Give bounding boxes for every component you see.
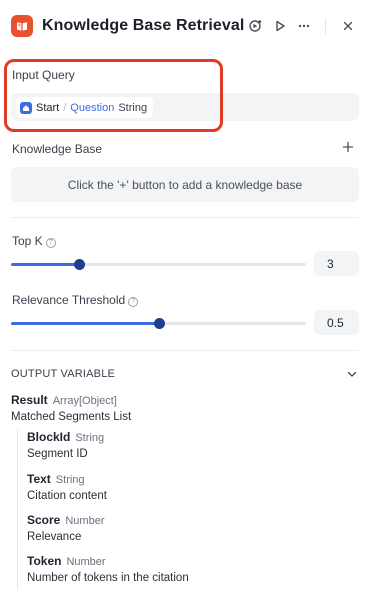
tree-line <box>17 430 18 590</box>
knowledge-base-icon <box>11 15 33 37</box>
output-field-name: Text <box>27 472 51 486</box>
relevance-threshold-slider-fill <box>11 322 159 325</box>
section-divider <box>11 350 359 351</box>
output-variable-title: OUTPUT VARIABLE <box>11 368 116 380</box>
help-icon[interactable]: ? <box>128 296 139 307</box>
top-k-label-text: Top K <box>12 234 43 248</box>
debug-icon <box>249 20 262 32</box>
output-field-name: Token <box>27 554 62 568</box>
close-button[interactable] <box>338 16 358 36</box>
relevance-threshold-label: Relevance Threshold? <box>12 293 139 307</box>
plus-icon <box>342 141 354 153</box>
output-variable-header[interactable]: OUTPUT VARIABLE <box>11 366 359 382</box>
output-field-type: String <box>55 474 85 486</box>
help-icon[interactable]: ? <box>45 237 56 248</box>
output-field-description: Segment ID <box>27 448 88 460</box>
header-divider <box>325 18 326 34</box>
output-result-name: Result <box>11 393 48 407</box>
more-icon <box>298 24 310 28</box>
output-field-description: Citation content <box>27 490 107 502</box>
output-result-row: Result Array[Object] <box>11 393 117 407</box>
relevance-threshold-value-input[interactable]: 0.5 <box>314 310 359 335</box>
close-icon <box>343 21 353 31</box>
top-k-slider[interactable] <box>11 259 306 270</box>
output-field-name: BlockId <box>27 430 71 444</box>
knowledge-base-label: Knowledge Base <box>12 142 103 156</box>
collapse-button[interactable] <box>345 367 359 381</box>
output-field-row: Text String <box>27 472 85 486</box>
more-button[interactable] <box>294 16 314 36</box>
top-k-value-input[interactable]: 3 <box>314 251 359 276</box>
run-icon <box>276 20 285 32</box>
knowledge-base-empty-text: Click the '+' button to add a knowledge … <box>67 177 303 192</box>
chevron-down-icon <box>347 371 357 377</box>
output-result-type: Array[Object] <box>52 395 117 407</box>
output-result-description: Matched Segments List <box>11 411 132 423</box>
debug-button[interactable] <box>245 16 265 36</box>
knowledge-base-empty-state[interactable]: Click the '+' button to add a knowledge … <box>11 167 359 202</box>
relevance-threshold-label-text: Relevance Threshold <box>12 293 126 307</box>
output-field-row: Score Number <box>27 513 104 527</box>
top-k-label: Top K? <box>12 234 56 248</box>
output-field-description: Relevance <box>27 531 82 543</box>
node-title: Knowledge Base Retrieval <box>42 17 245 34</box>
relevance-threshold-value: 0.5 <box>327 315 344 330</box>
run-button[interactable] <box>270 16 290 36</box>
output-field-type: Number <box>65 515 105 527</box>
relevance-threshold-slider-thumb[interactable] <box>153 318 165 329</box>
output-field-row: Token Number <box>27 554 106 568</box>
output-field-description: Number of tokens in the citation <box>27 572 189 584</box>
relevance-threshold-slider[interactable] <box>11 318 306 329</box>
top-k-slider-fill <box>11 263 79 266</box>
top-k-value: 3 <box>327 256 334 271</box>
input-query-highlight <box>4 59 223 132</box>
output-field-row: BlockId String <box>27 430 104 444</box>
section-divider <box>11 217 359 218</box>
output-field-name: Score <box>27 513 61 527</box>
output-field-type: Number <box>66 556 106 568</box>
output-field-type: String <box>75 432 105 444</box>
top-k-slider-thumb[interactable] <box>73 259 85 270</box>
add-knowledge-base-button[interactable] <box>341 140 355 154</box>
